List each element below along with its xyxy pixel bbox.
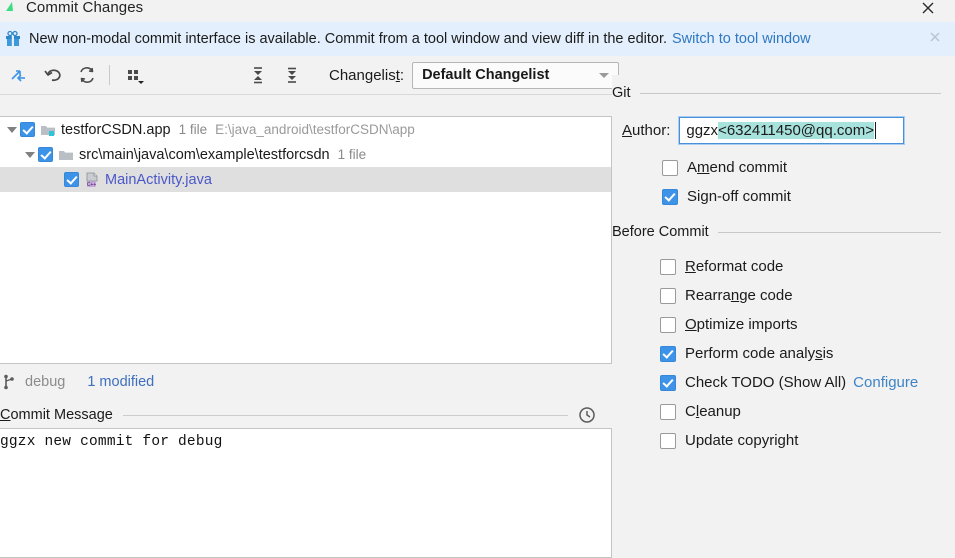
checkbox-box[interactable]: [660, 403, 676, 420]
perform-code-analysis-label: Perform code analysis: [685, 345, 834, 362]
tree-row[interactable]: src\main\java\com\example\testforcsdn 1 …: [0, 142, 611, 167]
notification-message: New non-modal commit interface is availa…: [29, 31, 668, 47]
window-titlebar: Commit Changes: [0, 0, 955, 22]
author-value-plain: ggzx: [686, 122, 719, 139]
notification-close-icon[interactable]: [927, 31, 943, 47]
commit-message-title: Commit Message: [0, 407, 113, 423]
perform-code-analysis-checkbox[interactable]: Perform code analysis: [612, 345, 955, 362]
branch-name: debug: [25, 374, 66, 390]
gift-icon: [4, 30, 22, 48]
git-section-header: Git: [612, 85, 955, 101]
checkbox-box[interactable]: [660, 345, 676, 362]
twisty-expanded-icon[interactable]: [22, 147, 38, 163]
author-input[interactable]: ggzx <632411450@qq.com>: [679, 117, 905, 144]
commit-message-header: Commit Message: [0, 401, 612, 429]
row-checkbox[interactable]: [64, 172, 79, 187]
commit-message-textarea[interactable]: ggzx new commit for debug: [0, 428, 612, 558]
configure-todo-link[interactable]: Configure: [853, 374, 918, 391]
checkbox-box[interactable]: [660, 374, 676, 391]
checkbox-box[interactable]: [660, 432, 676, 449]
git-section-title: Git: [612, 85, 631, 101]
rollback-icon[interactable]: [38, 62, 68, 88]
window-title: Commit Changes: [26, 0, 144, 16]
rearrange-code-label: Rearrange code: [685, 287, 793, 304]
right-panel: Git Author: ggzx <632411450@qq.com> Amen…: [612, 75, 955, 558]
show-diff-icon[interactable]: [4, 62, 34, 88]
author-label: Author:: [622, 122, 671, 139]
tree-row[interactable]: C++ MainActivity.java: [0, 167, 611, 192]
tree-node-filecount: 1 file: [178, 122, 208, 137]
reformat-code-label: Reformat code: [685, 258, 784, 275]
tree-node-path: E:\java_android\testforCSDN\app: [215, 122, 415, 137]
before-commit-section-title: Before Commit: [612, 224, 709, 240]
changelist-label: Changelist:: [329, 66, 405, 84]
before-commit-section-header: Before Commit: [612, 224, 955, 240]
changelist-selected-value: Default Changelist: [422, 67, 550, 83]
checkbox-box[interactable]: [662, 188, 678, 205]
notification-banner: New non-modal commit interface is availa…: [0, 22, 955, 57]
amend-commit-label: Amend commit: [687, 159, 788, 176]
reformat-code-checkbox[interactable]: Reformat code: [612, 258, 955, 275]
folder-icon: [58, 147, 74, 163]
java-class-icon: C++: [84, 172, 100, 188]
row-checkbox[interactable]: [38, 147, 53, 162]
modified-count-link[interactable]: 1 modified: [87, 374, 154, 390]
optimize-imports-checkbox[interactable]: Optimize imports: [612, 316, 955, 333]
author-value-selected: <632411450@qq.com>: [718, 122, 874, 139]
tree-node-filecount: 1 file: [337, 147, 367, 162]
check-todo-label: Check TODO (Show All): [685, 374, 847, 391]
collapse-all-icon[interactable]: [277, 62, 307, 88]
changelist-dropdown[interactable]: Default Changelist: [412, 61, 620, 89]
section-rule: [639, 92, 941, 94]
git-branch-icon: [2, 374, 16, 390]
sign-off-commit-checkbox[interactable]: Sign-off commit: [612, 188, 955, 205]
clock-icon[interactable]: [578, 406, 596, 424]
rearrange-code-checkbox[interactable]: Rearrange code: [612, 287, 955, 304]
cleanup-checkbox[interactable]: Cleanup: [612, 403, 955, 420]
checkbox-box[interactable]: [660, 258, 676, 275]
tree-node-label[interactable]: MainActivity.java: [105, 172, 212, 188]
chevron-down-icon: [599, 72, 610, 78]
tree-node-label: testforCSDN.app: [61, 121, 171, 138]
checkbox-box[interactable]: [660, 287, 676, 304]
checkbox-box[interactable]: [662, 159, 678, 176]
optimize-imports-label: Optimize imports: [685, 316, 798, 333]
expand-all-icon[interactable]: [243, 62, 273, 88]
sign-off-commit-label: Sign-off commit: [687, 188, 791, 205]
twisty-expanded-icon[interactable]: [4, 122, 20, 138]
checkbox-box[interactable]: [660, 316, 676, 333]
left-panel: testforCSDN.app 1 file E:\java_android\t…: [0, 95, 612, 558]
tree-node-label: src\main\java\com\example\testforcsdn: [79, 146, 330, 163]
cleanup-label: Cleanup: [685, 403, 741, 420]
row-checkbox[interactable]: [20, 122, 35, 137]
tree-row[interactable]: testforCSDN.app 1 file E:\java_android\t…: [0, 117, 611, 142]
module-folder-icon: [40, 122, 56, 138]
section-rule: [717, 231, 941, 233]
group-by-icon[interactable]: [121, 62, 151, 88]
check-todo-checkbox[interactable]: Check TODO (Show All) Configure: [612, 374, 955, 391]
toolbar-separator: [109, 65, 110, 85]
author-row: Author: ggzx <632411450@qq.com>: [612, 117, 955, 144]
commit-message-value: ggzx new commit for debug: [0, 434, 223, 450]
svg-text:C++: C++: [87, 182, 97, 188]
close-icon[interactable]: [915, 0, 941, 21]
android-studio-icon: [4, 0, 20, 16]
text-caret: [874, 122, 876, 139]
refresh-icon[interactable]: [72, 62, 102, 88]
update-copyright-label: Update copyright: [685, 432, 799, 449]
switch-to-tool-window-link[interactable]: Switch to tool window: [672, 31, 811, 47]
changes-tree[interactable]: testforCSDN.app 1 file E:\java_android\t…: [0, 116, 612, 364]
branch-status-line: debug 1 modified: [0, 366, 612, 398]
header-rule: [122, 414, 568, 416]
amend-commit-checkbox[interactable]: Amend commit: [612, 159, 955, 176]
update-copyright-checkbox[interactable]: Update copyright: [612, 432, 955, 449]
